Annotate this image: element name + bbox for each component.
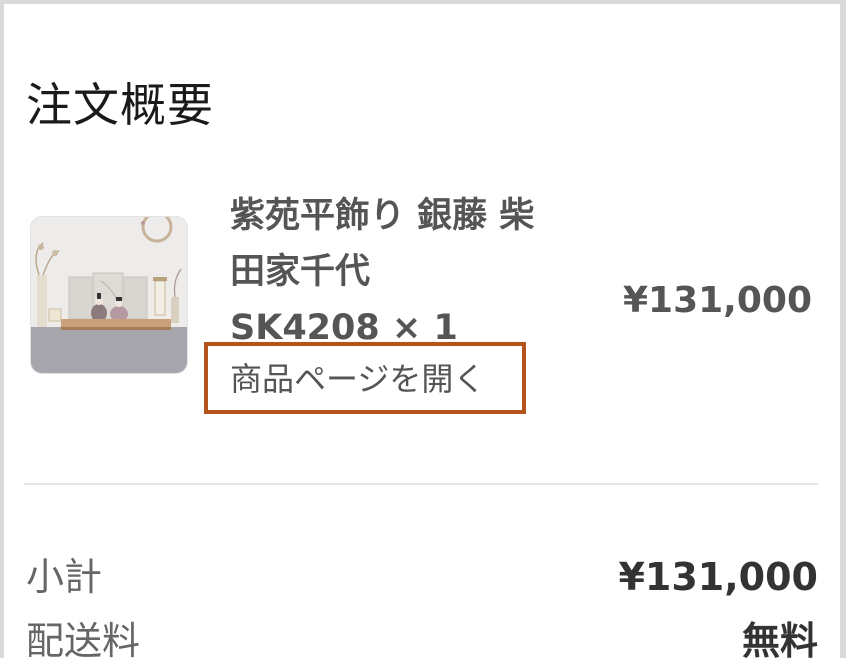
product-name-line-1: 紫苑平飾り 銀藤 柴 xyxy=(230,196,535,236)
product-name-line-2: 田家千代 xyxy=(230,252,371,292)
page-title: 注文概要 xyxy=(26,77,214,132)
open-product-page-link[interactable]: 商品ページを開く xyxy=(204,342,526,414)
order-summary-panel: 注文概要 紫苑平飾り 銀藤 柴 田家千代 SK4208 × 1 商品ページを開く… xyxy=(4,4,840,658)
product-image xyxy=(31,217,187,373)
product-name: 紫苑平飾り 銀藤 柴 田家千代 SK4208 × 1 xyxy=(230,188,610,356)
open-product-page-label: 商品ページを開く xyxy=(230,360,486,398)
shipping-label: 配送料 xyxy=(26,619,141,658)
shipping-value: 無料 xyxy=(741,619,818,658)
subtotal-label: 小計 xyxy=(26,555,103,599)
product-thumbnail[interactable] xyxy=(30,216,188,374)
subtotal-value: ¥131,000 xyxy=(618,555,818,599)
divider xyxy=(24,483,818,485)
item-price: ¥131,000 xyxy=(622,280,812,321)
